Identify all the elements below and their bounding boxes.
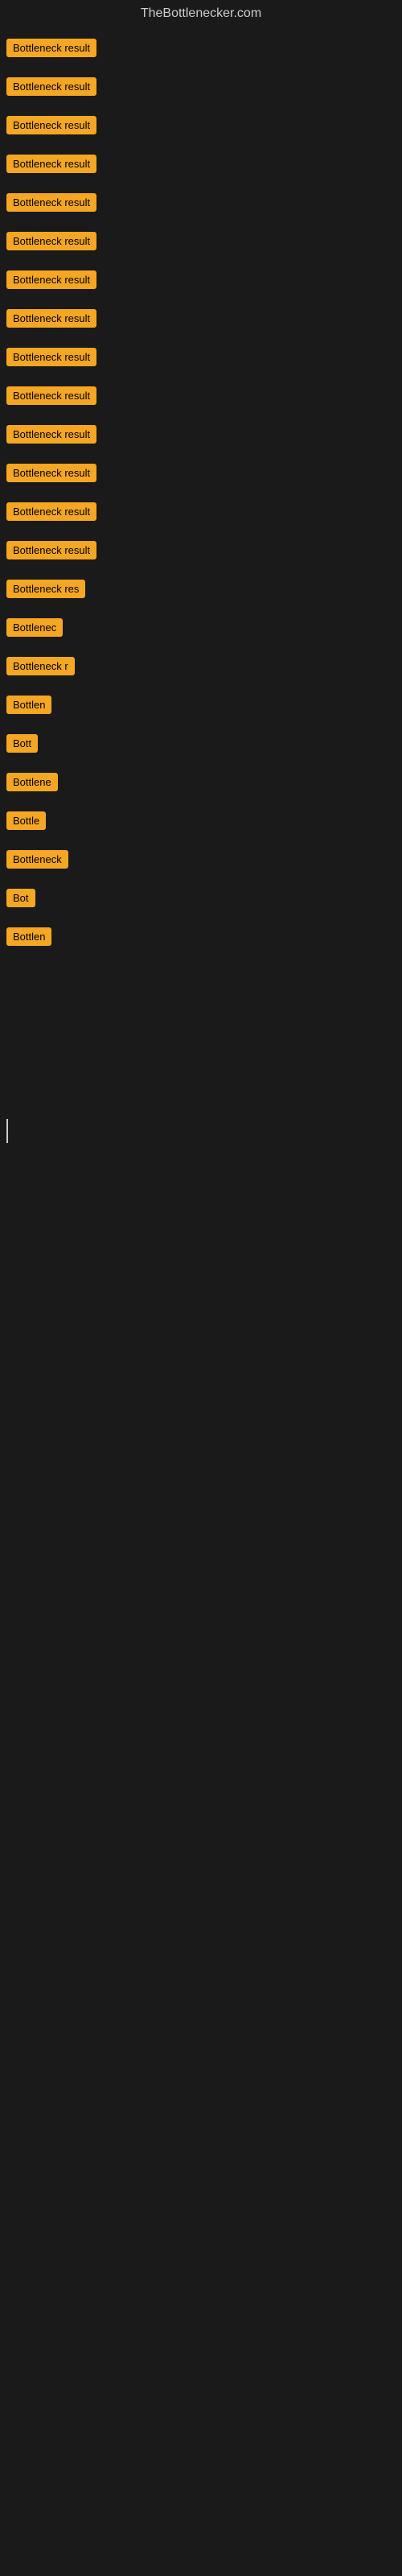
list-item: Bott: [0, 726, 402, 765]
list-item: Bottleneck result: [0, 262, 402, 301]
list-item: Bottlen: [0, 919, 402, 958]
bottleneck-badge[interactable]: Bottleneck r: [6, 657, 75, 675]
list-item: Bottleneck res: [0, 572, 402, 610]
gap-bottom-5: [0, 1336, 402, 1385]
list-item: Bottleneck result: [0, 224, 402, 262]
list-item: Bottleneck result: [0, 69, 402, 108]
bottleneck-badge[interactable]: Bottlene: [6, 773, 58, 791]
bottleneck-badge[interactable]: Bottleneck result: [6, 541, 96, 559]
list-item: Bottleneck result: [0, 147, 402, 185]
bottleneck-badge[interactable]: Bottleneck result: [6, 232, 96, 250]
bottleneck-badge[interactable]: Bottleneck result: [6, 464, 96, 482]
list-item: Bottlene: [0, 765, 402, 803]
cursor-indicator: [6, 1119, 8, 1143]
bottleneck-badge[interactable]: Bottlen: [6, 927, 51, 946]
bottleneck-badge[interactable]: Bottleneck res: [6, 580, 85, 598]
gap-bottom-4: [0, 1288, 402, 1336]
list-item: Bottleneck result: [0, 108, 402, 147]
gap-section-2: [0, 1006, 402, 1055]
bottleneck-badge[interactable]: Bottleneck result: [6, 386, 96, 405]
list-item: Bottleneck result: [0, 31, 402, 69]
bottleneck-badge[interactable]: Bottleneck result: [6, 425, 96, 444]
list-item: Bottleneck: [0, 842, 402, 881]
gap-bottom-7: [0, 1433, 402, 1481]
bottleneck-list: Bottleneck result Bottleneck result Bottle…: [0, 27, 402, 958]
bottleneck-badge[interactable]: Bot: [6, 889, 35, 907]
gap-bottom-6: [0, 1385, 402, 1433]
page-wrapper: TheBottlenecker.com Bottleneck resultBot…: [0, 0, 402, 1481]
gap-section-3: [0, 1055, 402, 1103]
bottleneck-badge[interactable]: Bottleneck result: [6, 77, 96, 96]
bottleneck-badge[interactable]: Bottleneck result: [6, 39, 96, 57]
list-item: Bottleneck result: [0, 494, 402, 533]
gap-bottom-3: [0, 1240, 402, 1288]
list-item: Bottlen: [0, 687, 402, 726]
list-item: Bot: [0, 881, 402, 919]
bottleneck-badge[interactable]: Bottleneck result: [6, 193, 96, 212]
bottleneck-badge[interactable]: Bottlenec: [6, 618, 63, 637]
gap-section: [0, 958, 402, 1006]
site-title: TheBottlenecker.com: [0, 0, 402, 27]
bottleneck-badge[interactable]: Bottleneck result: [6, 348, 96, 366]
list-item: Bottleneck r: [0, 649, 402, 687]
list-item: Bottleneck result: [0, 340, 402, 378]
bottleneck-badge[interactable]: Bottleneck result: [6, 270, 96, 289]
list-item: Bottleneck result: [0, 378, 402, 417]
bottleneck-badge[interactable]: Bottleneck: [6, 850, 68, 869]
bottleneck-badge[interactable]: Bottleneck result: [6, 155, 96, 173]
list-item: Bottlenec: [0, 610, 402, 649]
bottleneck-badge[interactable]: Bott: [6, 734, 38, 753]
list-item: Bottleneck result: [0, 185, 402, 224]
bottleneck-badge[interactable]: Bottleneck result: [6, 116, 96, 134]
gap-bottom-1: [0, 1143, 402, 1191]
list-item: Bottle: [0, 803, 402, 842]
bottleneck-badge[interactable]: Bottlen: [6, 696, 51, 714]
list-item: Bottleneck result: [0, 301, 402, 340]
list-item: Bottleneck result: [0, 417, 402, 456]
list-item: Bottleneck result: [0, 533, 402, 572]
bottleneck-badge[interactable]: Bottleneck result: [6, 309, 96, 328]
list-item: Bottleneck result: [0, 456, 402, 494]
bottleneck-badge[interactable]: Bottleneck result: [6, 502, 96, 521]
gap-bottom-2: [0, 1191, 402, 1240]
bottleneck-badge[interactable]: Bottle: [6, 811, 46, 830]
